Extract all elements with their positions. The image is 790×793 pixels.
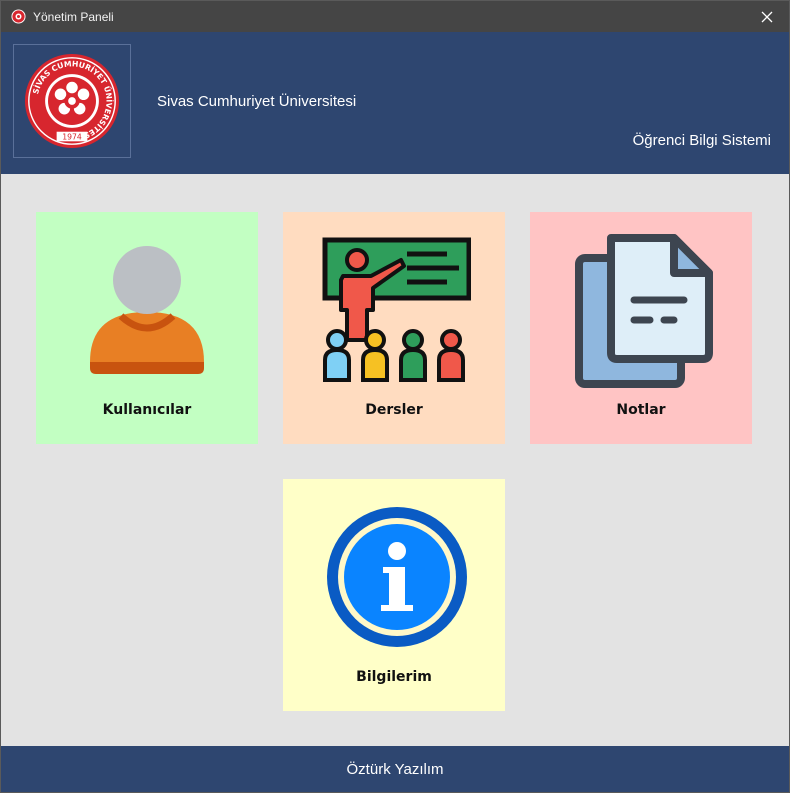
close-button[interactable] — [745, 1, 789, 32]
grades-tile[interactable]: Notlar — [530, 212, 752, 444]
courses-tile-label: Dersler — [365, 402, 423, 418]
app-logo-icon — [11, 9, 26, 24]
university-logo: SİVAS CUMHURİYET ÜNİVERSİTESİ 1974 — [24, 53, 120, 149]
window-title: Yönetim Paneli — [33, 10, 114, 24]
document-icon — [575, 234, 713, 388]
courses-tile[interactable]: Dersler — [283, 212, 505, 444]
footer-text: Öztürk Yazılım — [346, 760, 444, 778]
university-logo-frame: SİVAS CUMHURİYET ÜNİVERSİTESİ 1974 — [13, 44, 131, 158]
user-icon — [90, 246, 204, 374]
teacher-class-icon — [322, 237, 471, 382]
close-icon — [761, 11, 773, 22]
my-info-tile[interactable]: Bilgilerim — [283, 479, 505, 711]
university-name: Sivas Cumhuriyet Üniversitesi — [157, 93, 357, 110]
info-icon — [327, 507, 467, 647]
title-bar[interactable]: Yönetim Paneli — [1, 1, 789, 32]
logo-year: 1974 — [62, 132, 82, 141]
footer-bar: Öztürk Yazılım — [1, 746, 789, 792]
users-tile[interactable]: Kullanıcılar — [36, 212, 258, 444]
system-name: Öğrenci Bilgi Sistemi — [632, 132, 771, 149]
header-banner: SİVAS CUMHURİYET ÜNİVERSİTESİ 1974 Sivas… — [1, 32, 789, 174]
grades-tile-label: Notlar — [616, 402, 666, 418]
my-info-tile-label: Bilgilerim — [356, 669, 432, 685]
app-window: Yönetim Paneli SİVAS CUMHURİYET ÜNİVERSİ… — [0, 0, 790, 793]
users-tile-label: Kullanıcılar — [102, 402, 192, 418]
